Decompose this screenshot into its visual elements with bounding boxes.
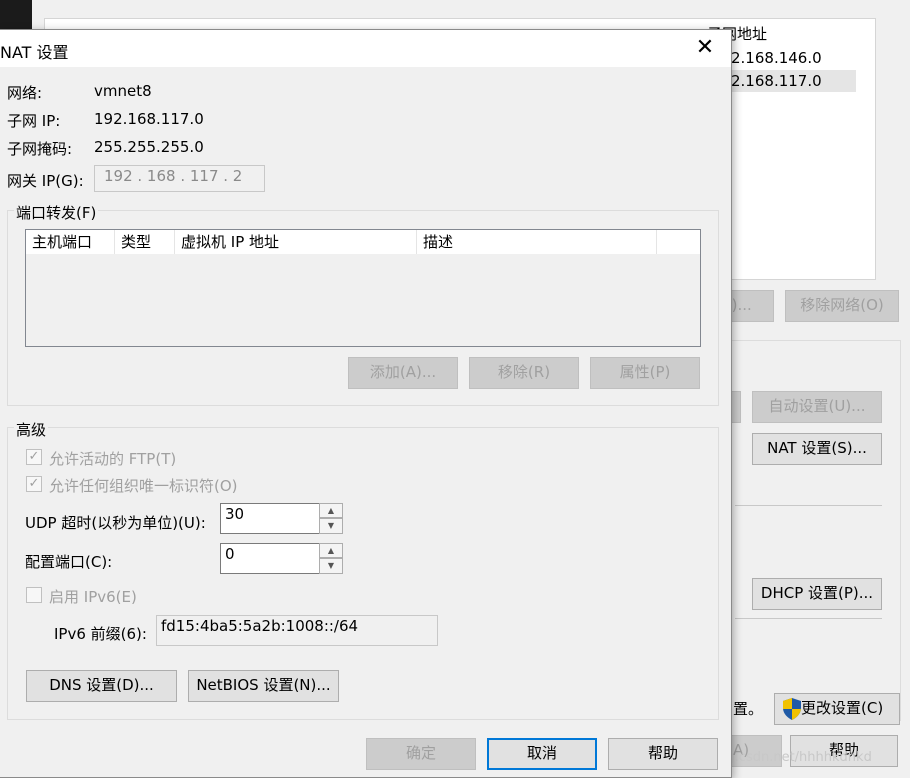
ipv6-prefix-label: IPv6 前缀(6): [54,625,147,643]
remove-network-button[interactable]: 移除网络(O) [785,290,899,322]
port-forward-list[interactable]: 主机端口 类型 虚拟机 IP 地址 描述 [25,229,701,347]
close-icon[interactable]: ✕ [690,36,720,62]
config-port-field[interactable]: 0 [220,543,320,574]
dhcp-settings-button[interactable]: DHCP 设置(P)... [752,578,882,610]
dialog-titlebar[interactable]: NAT 设置 ✕ [0,30,731,67]
bg-row-2-subnet[interactable]: 2.168.117.0 [731,72,822,90]
gateway-label: 网关 IP(G): [7,172,84,190]
dns-settings-button[interactable]: DNS 设置(D)... [26,670,177,702]
subnet-ip-value: 192.168.117.0 [94,110,204,128]
change-settings-button[interactable]: 更改设置(C) [774,693,900,725]
change-settings-label: 更改设置(C) [801,699,884,717]
uac-shield-icon [781,697,803,721]
auto-settings-button[interactable]: 自动设置(U)... [752,391,882,423]
settings-note-partial: 置。 [733,700,764,718]
cancel-button[interactable]: 取消 [487,738,597,770]
col-type[interactable]: 类型 [115,230,175,254]
remove-port-button[interactable]: 移除(R) [469,357,579,389]
help-button[interactable]: 帮助 [608,738,718,770]
gateway-ip-field[interactable]: 192 . 168 . 117 . 2 [94,165,265,192]
nat-settings-dialog: NAT 设置 ✕ 网络: vmnet8 子网 IP: 192.168.117.0… [0,29,732,778]
enable-ipv6-label: 启用 IPv6(E) [49,588,137,606]
netbios-settings-button[interactable]: NetBIOS 设置(N)... [188,670,339,702]
udp-timeout-field[interactable]: 30 [220,503,320,534]
col-description[interactable]: 描述 [417,230,657,254]
bg-divider-2 [735,618,882,619]
add-port-button[interactable]: 添加(A)... [348,357,458,389]
allow-oui-label: 允许任何组织唯一标识符(O) [49,477,238,495]
subnet-ip-label: 子网 IP: [7,112,61,130]
allow-oui-checkbox[interactable]: ✓ [26,476,42,492]
allow-ftp-checkbox[interactable]: ✓ [26,449,42,465]
ok-button[interactable]: 确定 [366,738,476,770]
config-port-up-icon[interactable]: ▲ [319,543,343,558]
bg-row-1-subnet[interactable]: 2.168.146.0 [731,49,822,67]
ipv6-prefix-field[interactable]: fd15:4ba5:5a2b:1008::/64 [156,615,438,646]
udp-timeout-down-icon[interactable]: ▼ [319,518,343,534]
port-properties-button[interactable]: 属性(P) [590,357,700,389]
config-port-down-icon[interactable]: ▼ [319,558,343,574]
port-forward-header: 主机端口 类型 虚拟机 IP 地址 描述 [26,230,700,255]
network-value: vmnet8 [94,82,152,100]
advanced-title: 高级 [14,419,49,440]
col-vm-ip[interactable]: 虚拟机 IP 地址 [175,230,417,254]
port-forward-title: 端口转发(F) [14,202,99,223]
subnet-mask-value: 255.255.255.0 [94,138,204,156]
background-dark-corner [0,0,32,30]
config-port-label: 配置端口(C): [25,553,113,571]
udp-timeout-up-icon[interactable]: ▲ [319,503,343,518]
enable-ipv6-checkbox[interactable] [26,587,42,603]
allow-ftp-label: 允许活动的 FTP(T) [49,450,177,468]
bg-divider-1 [735,505,882,506]
udp-timeout-label: UDP 超时(以秒为单位)(U): [25,514,206,532]
col-host-port[interactable]: 主机端口 [26,230,115,254]
subnet-mask-label: 子网掩码: [7,140,73,158]
nat-settings-button[interactable]: NAT 设置(S)... [752,433,882,465]
network-label: 网络: [7,84,43,102]
dialog-title: NAT 设置 [0,43,69,62]
